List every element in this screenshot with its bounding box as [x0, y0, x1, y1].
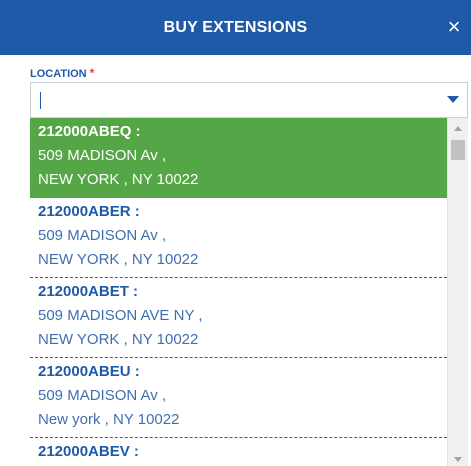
option-address-line2: NEW YORK , NY 10022: [38, 171, 199, 188]
required-icon: *: [89, 66, 95, 80]
option-address-line1: 509 MADISON Av ,: [38, 387, 167, 404]
location-option-selected[interactable]: 212000ABEQ : 509 MADISON Av , NEW YORK ,…: [30, 118, 447, 198]
modal-title: BUY EXTENSIONS: [163, 19, 308, 36]
location-option[interactable]: 212000ABET : 509 MADISON AVE NY , NEW YO…: [30, 278, 447, 358]
location-label: LOCATION *: [30, 66, 94, 80]
close-icon[interactable]: ×: [441, 14, 467, 40]
option-code: 212000ABER :: [38, 203, 140, 220]
location-select[interactable]: [30, 82, 468, 118]
option-code: 212000ABEU :: [38, 363, 140, 380]
buy-extensions-modal: BUY EXTENSIONS × LOCATION * 212000ABEQ : …: [0, 0, 471, 466]
scroll-up-icon[interactable]: [454, 126, 462, 131]
option-code: 212000ABEQ :: [38, 123, 141, 140]
option-address-line1: 509 MADISON Av ,: [38, 147, 167, 164]
location-options-list: 212000ABEQ : 509 MADISON Av , NEW YORK ,…: [30, 118, 447, 466]
modal-header: BUY EXTENSIONS ×: [0, 0, 471, 55]
option-code: 212000ABET :: [38, 283, 139, 300]
location-option[interactable]: 212000ABEU : 509 MADISON Av , New york ,…: [30, 358, 447, 438]
option-address-line2: New york , NY 10022: [38, 411, 180, 428]
option-address-line2: NEW YORK , NY 10022: [38, 331, 199, 348]
text-cursor: [40, 92, 41, 109]
location-label-text: LOCATION: [30, 68, 87, 80]
option-address-line1: 509 MADISON AVE NY ,: [38, 307, 203, 324]
option-address-line1: 509 MADISON Av ,: [38, 227, 167, 244]
option-address-line2: NEW YORK , NY 10022: [38, 251, 199, 268]
location-option[interactable]: 212000ABER : 509 MADISON Av , NEW YORK ,…: [30, 198, 447, 278]
chevron-down-icon[interactable]: [447, 96, 459, 103]
location-option[interactable]: 212000ABEV :: [30, 438, 447, 466]
option-code: 212000ABEV :: [38, 443, 139, 460]
scroll-down-icon[interactable]: [454, 457, 462, 462]
scroll-thumb[interactable]: [451, 140, 465, 160]
options-scrollbar[interactable]: [447, 118, 468, 466]
